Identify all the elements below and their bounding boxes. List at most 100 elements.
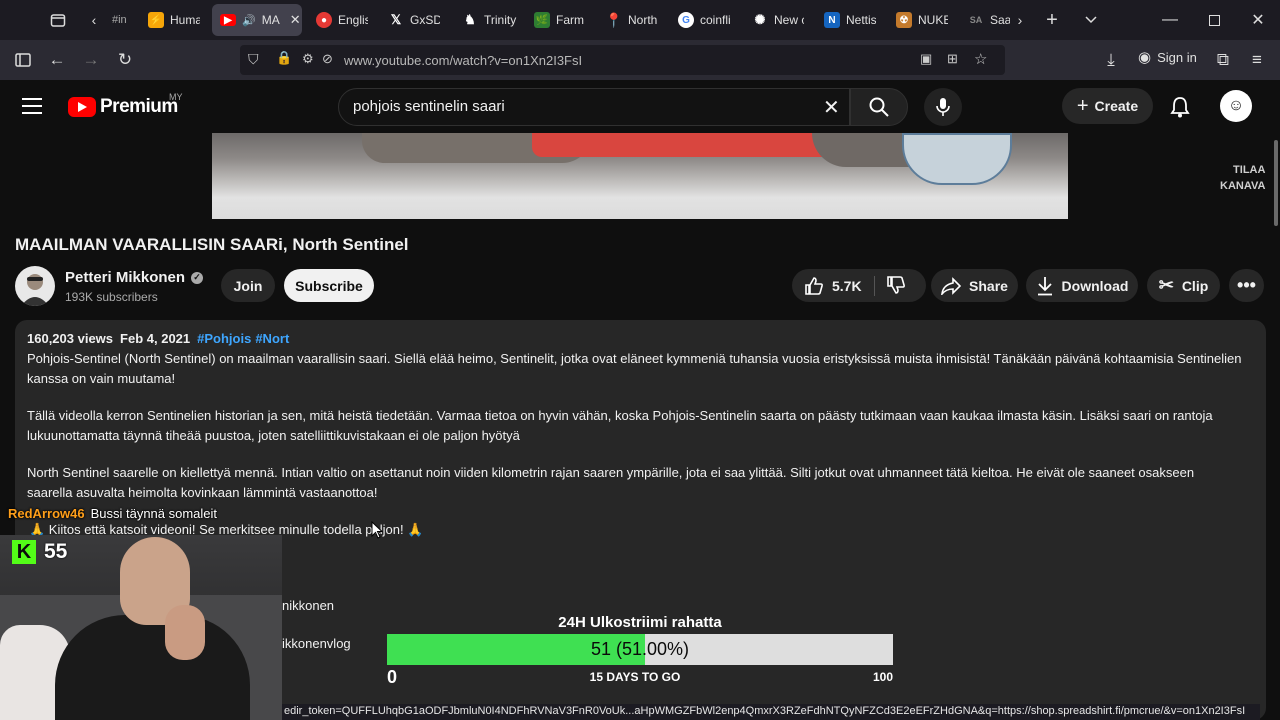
browser-tab[interactable]: G coinfli [670,4,742,36]
sidebar-toggle-icon[interactable] [9,46,37,74]
close-tab-icon[interactable]: ✕ [290,12,301,28]
voice-search-button[interactable] [924,88,962,126]
permissions-icon[interactable]: ⚙ [302,51,314,67]
description-link-text[interactable]: ikkonenvlog [282,636,351,651]
close-window-icon[interactable]: ✕ [1236,0,1280,40]
share-label: Share [969,277,1008,294]
speaker-icon[interactable]: 🔊 [242,14,256,27]
forward-arrow-icon[interactable]: → [77,46,105,74]
more-horizontal-icon: ••• [1237,275,1256,295]
google-icon: G [678,12,694,28]
picture-in-picture-icon[interactable]: ▣ [920,51,932,67]
subscribe-button[interactable]: Subscribe [284,269,374,302]
create-button[interactable]: + Create [1062,88,1153,124]
goal-progress-bar: 51 (51.00%) [387,634,893,665]
page-scrollbar[interactable] [1274,140,1278,226]
video-frame-shirt [532,133,842,157]
dislike-button[interactable] [886,275,906,298]
search-button[interactable] [850,88,908,126]
view-count: 160,203 views [27,331,114,346]
chat-username: RedArrow46 [8,506,85,521]
user-avatar-icon: ☺ [1227,97,1245,114]
hashtag-link[interactable]: #Nort [255,331,289,346]
more-actions-button[interactable]: ••• [1229,269,1264,302]
channel-avatar[interactable] [15,266,55,306]
autoplay-blocked-icon[interactable]: ⊘ [322,51,333,67]
browser-tab[interactable]: ⚡ Huma [140,4,212,36]
account-icon: ◉ [1138,49,1152,66]
back-arrow-icon[interactable]: ← [43,46,71,74]
youtube-premium-logo[interactable]: Premium [68,96,178,118]
browser-tab[interactable]: ✺ New c [744,4,816,36]
browser-tab[interactable]: ● Englis [308,4,380,36]
guide-menu-icon[interactable] [22,96,46,121]
description-paragraph: North Sentinel saarelle on kiellettyä me… [27,465,1195,500]
tab-label: #in [112,14,127,26]
thumbs-down-icon [887,276,905,294]
description-link-text[interactable]: nikkonen [282,598,334,613]
extensions-icon[interactable]: ⧉ [1209,46,1237,74]
bolt-icon: ⚡ [148,12,164,28]
viewer-count: 55 [44,540,68,563]
mouse-cursor-icon [371,520,384,544]
kick-logo-icon: K [12,540,36,564]
nuke-icon: ☢ [896,12,912,28]
hashtag-link[interactable]: #Pohjois [197,331,251,346]
minimize-icon[interactable]: — [1148,0,1192,40]
clip-button[interactable]: ✂ Clip [1147,269,1220,302]
search-icon [869,97,889,117]
microphone-icon [936,98,950,116]
tab-label: Huma [170,13,200,27]
browser-tab[interactable]: N Nettis [816,4,888,36]
browser-tab[interactable]: 🌿 Farm [526,4,598,36]
download-button[interactable]: Download [1026,269,1138,302]
like-divider [874,276,875,296]
browser-tab[interactable]: SA Saa [960,4,1010,36]
notifications-bell-icon[interactable] [1170,96,1190,123]
share-button[interactable]: Share [931,269,1018,302]
browser-tab[interactable]: ♞ Trinity [454,4,526,36]
tab-label: GxSD [410,13,440,27]
n-icon: N [824,12,840,28]
youtube-header: Premium MY pohjois sentinelin saari ✕ + … [0,80,1280,133]
tabs-scroll-right-icon[interactable]: › [1006,6,1034,34]
bookmark-star-icon[interactable]: ☆ [974,50,987,68]
browser-tab[interactable]: ☢ NUKE [888,4,960,36]
subscribe-watermark[interactable]: TILAA KANAVA [1220,162,1265,194]
url-text[interactable]: www.youtube.com/watch?v=on1Xn2I3FsI [344,53,582,68]
thumbs-up-icon [805,276,823,295]
lock-icon[interactable]: 🔒 [276,50,292,66]
search-field[interactable]: pohjois sentinelin saari ✕ [338,88,850,126]
scissors-icon: ✂ [1158,275,1174,295]
browser-tab-active[interactable]: ▶ 🔊 MA ✕ [212,4,302,36]
reload-icon[interactable]: ↻ [111,46,139,74]
like-dislike-group: 5.7K [792,269,926,302]
globe-icon: ● [316,12,332,28]
webcam-person-hand [165,605,205,660]
account-avatar[interactable]: ☺ [1220,90,1252,122]
video-player[interactable] [212,133,1068,219]
x-icon: 𝕏 [390,12,402,27]
list-all-tabs-icon[interactable] [1077,6,1105,34]
save-to-pocket-icon[interactable]: ⊞ [947,51,958,67]
like-button[interactable]: 5.7K [804,276,862,296]
webcam-person-body [55,615,250,720]
shield-icon[interactable]: ⛉ [248,51,259,68]
tab-overview-icon[interactable] [44,6,72,34]
browser-tab[interactable]: 𝕏 GxSD [380,4,452,36]
map-pin-icon: 📍 [605,11,623,28]
sign-in-label: Sign in [1157,49,1197,65]
like-count: 5.7K [832,277,862,294]
search-input[interactable]: pohjois sentinelin saari [353,98,505,115]
address-bar[interactable]: ⛉ 🔒 ⚙ ⊘ www.youtube.com/watch?v=on1Xn2I3… [240,45,1005,75]
sign-in-button[interactable]: ◉ Sign in [1138,48,1197,66]
browser-tab[interactable]: #in [104,4,140,36]
downloads-icon[interactable]: ⤓ [1097,46,1125,74]
new-tab-icon[interactable]: + [1038,6,1066,34]
clear-search-icon[interactable]: ✕ [823,95,840,120]
join-button[interactable]: Join [221,269,275,302]
channel-name[interactable]: Petteri Mikkonen ✓ [65,269,204,286]
browser-tab[interactable]: 📍 North [598,4,670,36]
maximize-icon[interactable] [1192,0,1236,40]
app-menu-icon[interactable]: ≡ [1243,46,1271,74]
